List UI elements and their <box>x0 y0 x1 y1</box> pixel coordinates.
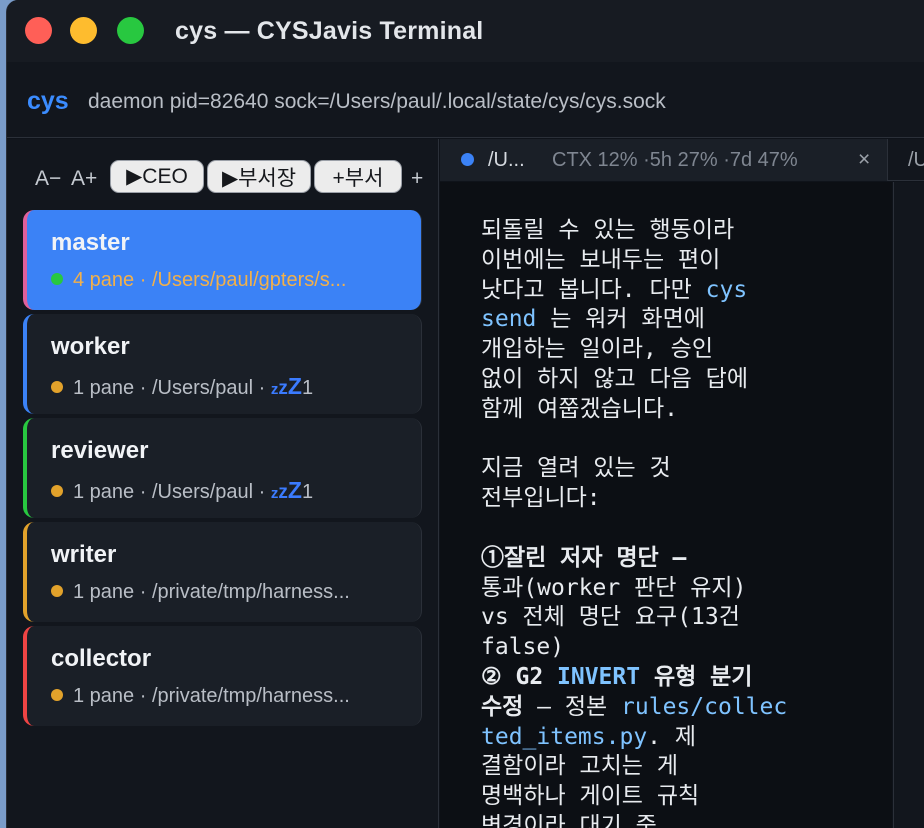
terminal-code: send <box>481 306 537 333</box>
session-card-worker[interactable]: worker 1 pane · /Users/paul · zzZ1 <box>23 314 422 414</box>
terminal-line: — 정본 <box>523 693 622 720</box>
terminal-line: 개입하는 일이라, 승인 <box>481 336 713 363</box>
terminal-line: 변경이라 대기 중 <box>481 812 657 828</box>
terminal-line: 되돌릴 수 있는 행동이라 <box>481 217 735 243</box>
sleep-icon: zzZ <box>270 373 302 399</box>
pane-tab-bar: /U... CTX 12% ·5h 27% ·7d 47% × /U <box>440 139 924 181</box>
terminal-line: 없이 하지 않고 다음 답에 <box>481 365 748 392</box>
terminal-line: 는 워커 화면에 <box>536 306 705 333</box>
session-meta: 1 pane · /Users/paul · zzZ1 <box>51 373 399 400</box>
terminal-code: cys <box>705 276 748 303</box>
terminal-line: 전부입니다: <box>481 485 601 512</box>
tab-label: /U... <box>488 149 525 171</box>
terminal-line: 지금 열려 있는 것 <box>481 455 671 482</box>
close-window-button[interactable] <box>25 17 52 44</box>
terminal-line: 이번에는 보내두는 편이 <box>481 246 721 273</box>
session-card-master[interactable]: master 4 pane · /Users/paul/gpters/s... <box>23 210 422 310</box>
terminal-code: ted_items.py <box>481 723 648 750</box>
pane-tab-active[interactable]: /U... CTX 12% ·5h 27% ·7d 47% × <box>440 139 888 181</box>
terminal-code: rules/collec <box>621 693 788 720</box>
ceo-button[interactable]: ▶CEO <box>110 160 204 193</box>
session-meta-text: 4 pane · /Users/paul/gpters/s... <box>73 269 347 291</box>
idle-count: 1 <box>301 481 314 503</box>
session-sidebar: A− A+ ▶CEO ▶부서장 +부서 + master 4 pane · /U… <box>7 139 439 828</box>
session-card-reviewer[interactable]: reviewer 1 pane · /Users/paul · zzZ1 <box>23 418 422 518</box>
status-dot <box>51 485 63 497</box>
session-meta: 1 pane · /private/tmp/harness... <box>51 685 399 708</box>
session-meta-text: 1 pane · /Users/paul · <box>73 377 271 399</box>
session-name: master <box>51 229 130 256</box>
window-title: cys — CYSJavis Terminal <box>175 17 484 45</box>
terminal-line: 유형 분기 <box>640 663 753 690</box>
minimize-window-button[interactable] <box>70 17 97 44</box>
department-head-button[interactable]: ▶부서장 <box>207 160 311 193</box>
session-card-writer[interactable]: writer 1 pane · /private/tmp/harness... <box>23 522 422 622</box>
session-meta-text: 1 pane · /private/tmp/harness... <box>73 685 350 707</box>
session-name: collector <box>51 645 152 672</box>
app-brand: cys <box>27 87 69 115</box>
sidebar-toolbar: A− A+ ▶CEO ▶부서장 +부서 + <box>7 159 438 195</box>
pane-tab-second[interactable]: /U <box>908 149 924 172</box>
zoom-window-button[interactable] <box>117 17 144 44</box>
terminal-line: 통과(worker 판단 유지) <box>481 574 747 601</box>
tab-status-dot <box>461 153 474 166</box>
terminal-line: 수정 <box>481 693 524 720</box>
font-increase-button[interactable]: A+ <box>71 167 97 191</box>
terminal-line: ② G2 <box>481 663 558 690</box>
sleep-icon: zzZ <box>270 477 302 503</box>
session-name: reviewer <box>51 437 149 464</box>
terminal-line: ①잘린 저자 명단 — <box>481 544 687 571</box>
terminal-line: vs 전체 명단 요구(13건 <box>481 604 740 631</box>
title-bar: cys — CYSJavis Terminal <box>7 0 924 62</box>
tab-context-stats: CTX 12% ·5h 27% ·7d 47% <box>552 149 798 171</box>
close-icon[interactable]: × <box>858 148 870 172</box>
terminal-line: 결함이라 고치는 게 <box>481 753 678 780</box>
terminal-line: 함께 여쭙겠습니다. <box>481 395 678 422</box>
add-department-button[interactable]: +부서 <box>314 160 402 193</box>
session-card-collector[interactable]: collector 1 pane · /private/tmp/harness.… <box>23 626 422 726</box>
terminal-window: cys — CYSJavis Terminal cys daemon pid=8… <box>6 0 924 828</box>
terminal-line: . 제 <box>647 723 697 750</box>
terminal-pane[interactable]: 되돌릴 수 있는 행동이라 이번에는 보내두는 편이 낫다고 봅니다. 다만 c… <box>440 182 892 828</box>
add-session-button[interactable]: + <box>411 167 423 191</box>
idle-count: 1 <box>301 377 314 399</box>
font-decrease-button[interactable]: A− <box>35 167 61 191</box>
terminal-line: false) <box>481 634 565 661</box>
terminal-pane-right[interactable] <box>893 182 924 828</box>
session-meta-text: 1 pane · /Users/paul · <box>73 481 271 503</box>
status-dot <box>51 689 63 701</box>
status-dot <box>51 273 63 285</box>
status-dot <box>51 381 63 393</box>
terminal-line: 낫다고 봅니다. 다만 <box>481 276 706 303</box>
session-meta-text: 1 pane · /private/tmp/harness... <box>73 581 350 603</box>
terminal-output: 되돌릴 수 있는 행동이라 이번에는 보내두는 편이 낫다고 봅니다. 다만 c… <box>481 216 787 828</box>
daemon-status-bar: cys daemon pid=82640 sock=/Users/paul/.l… <box>7 62 924 138</box>
daemon-info: daemon pid=82640 sock=/Users/paul/.local… <box>88 90 666 113</box>
session-meta: 1 pane · /private/tmp/harness... <box>51 581 399 604</box>
session-meta: 4 pane · /Users/paul/gpters/s... <box>51 269 399 292</box>
session-meta: 1 pane · /Users/paul · zzZ1 <box>51 477 399 504</box>
session-name: worker <box>51 333 130 360</box>
terminal-line: 명백하나 게이트 규칙 <box>481 783 700 810</box>
terminal-code: INVERT <box>557 663 641 690</box>
session-name: writer <box>51 541 117 568</box>
status-dot <box>51 585 63 597</box>
